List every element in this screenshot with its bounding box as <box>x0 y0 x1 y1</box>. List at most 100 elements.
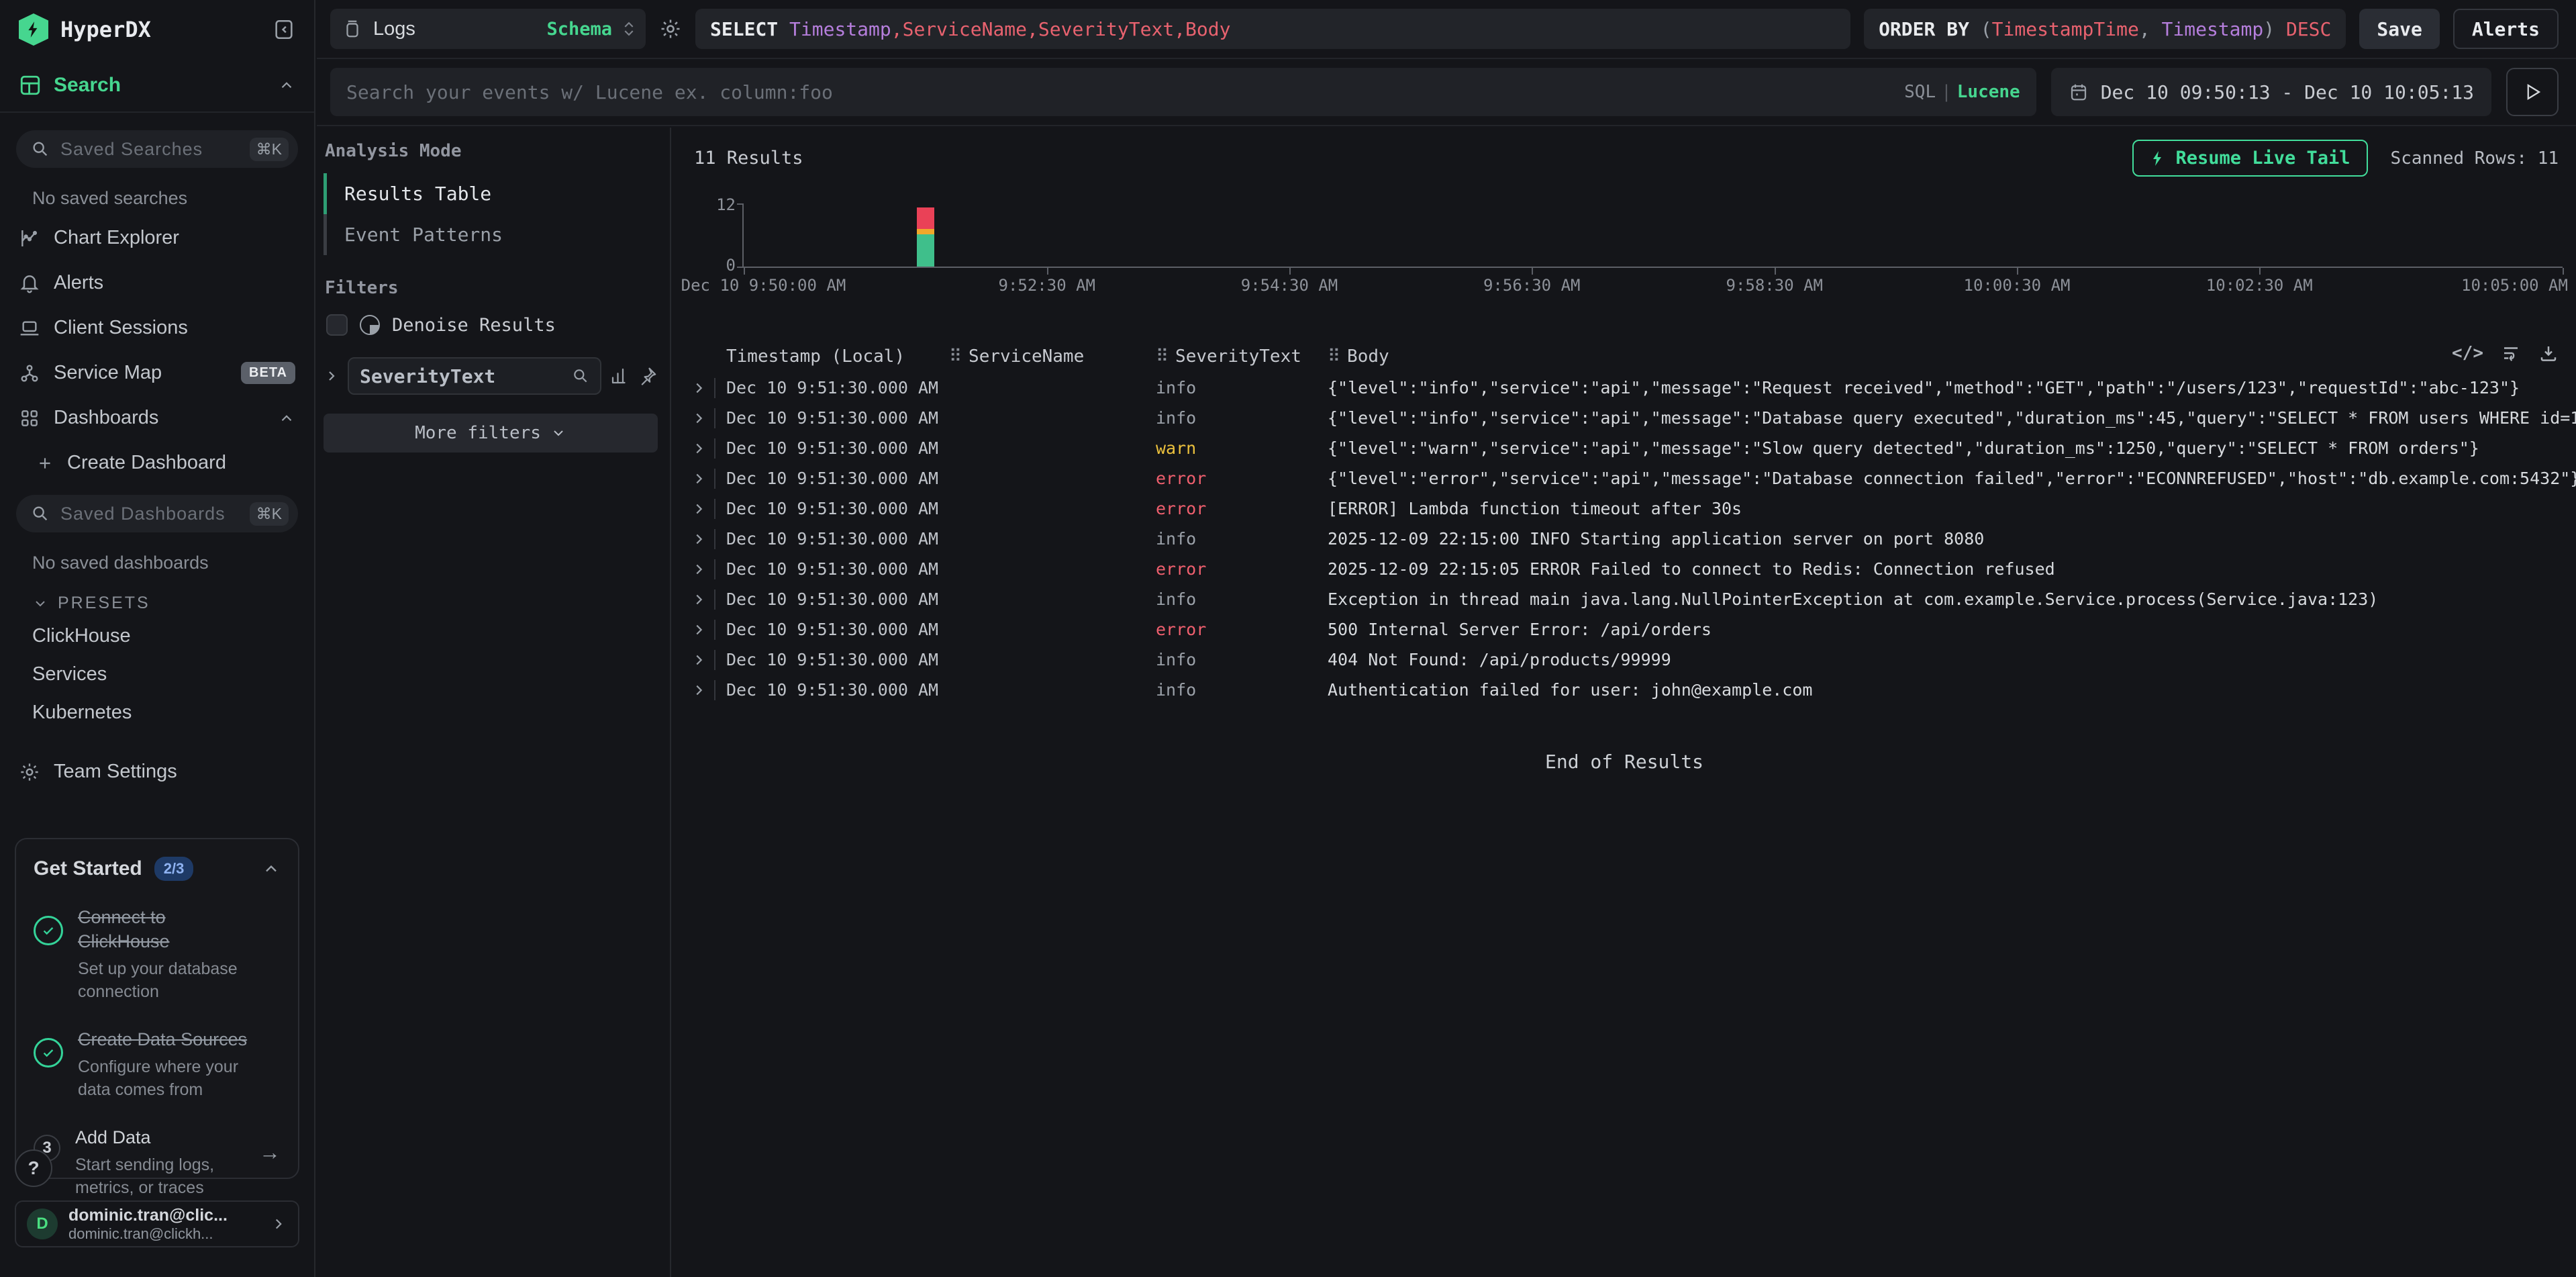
sidebar-item-team-settings[interactable]: Team Settings <box>0 749 314 794</box>
table-row[interactable]: Dec 10 9:51:30.000 AM error {"level":"er… <box>673 463 2576 493</box>
presets-header[interactable]: PRESETS <box>0 580 314 617</box>
query-settings-gear-icon[interactable] <box>659 17 682 40</box>
resume-live-tail-button[interactable]: Resume Live Tail <box>2132 140 2367 177</box>
mode-results-table[interactable]: Results Table <box>324 173 658 214</box>
wrap-lines-icon[interactable] <box>2501 343 2521 363</box>
chevron-up-icon[interactable] <box>262 859 281 878</box>
severity-filter-search[interactable]: SeverityText <box>348 357 601 395</box>
alerts-button[interactable]: Alerts <box>2453 9 2559 49</box>
preset-clickhouse[interactable]: ClickHouse <box>0 617 314 655</box>
table-row[interactable]: Dec 10 9:51:30.000 AM info Authenticatio… <box>673 675 2576 705</box>
mode-event-patterns[interactable]: Event Patterns <box>324 214 658 255</box>
col-body[interactable]: ⠿Body <box>1328 346 2442 367</box>
logo-row: HyperDX <box>0 0 314 59</box>
sidebar-item-service-map[interactable]: Service Map BETA <box>0 350 314 395</box>
sidebar-item-search[interactable]: Search <box>0 59 314 113</box>
sidebar-item-label: Alerts <box>54 272 295 294</box>
event-search-input[interactable]: Search your events w/ Lucene ex. column:… <box>330 68 2036 116</box>
chevron-right-icon[interactable] <box>324 368 340 384</box>
order-by-box[interactable]: ORDER BY (TimestampTime, Timestamp) DESC <box>1864 9 2346 49</box>
col-severitytext[interactable]: ⠿SeverityText <box>1156 346 1328 367</box>
get-started-title: Get Started <box>34 857 142 880</box>
expand-row-icon[interactable] <box>691 441 709 456</box>
expand-row-icon[interactable] <box>691 653 709 667</box>
lucene-toggle[interactable]: Lucene <box>1957 82 2020 102</box>
language-toggle[interactable]: SQL|Lucene <box>1904 82 2020 102</box>
table-row[interactable]: Dec 10 9:51:30.000 AM error 500 Internal… <box>673 614 2576 645</box>
create-dashboard-button[interactable]: Create Dashboard <box>0 440 314 485</box>
bar-segment-info <box>917 234 934 267</box>
sidebar-item-dashboards[interactable]: Dashboards <box>0 395 314 440</box>
run-query-button[interactable] <box>2506 68 2559 116</box>
more-filters-button[interactable]: More filters <box>324 414 658 453</box>
preset-kubernetes[interactable]: Kubernetes <box>0 694 314 732</box>
expand-row-icon[interactable] <box>691 502 709 516</box>
sidebar-item-chart-explorer[interactable]: Chart Explorer <box>0 216 314 261</box>
expand-row-icon[interactable] <box>691 471 709 486</box>
collapse-sidebar-icon[interactable] <box>273 17 295 42</box>
bell-icon <box>19 273 40 294</box>
chevron-up-icon[interactable] <box>278 77 295 94</box>
shortcut-badge: ⌘K <box>250 502 289 526</box>
date-range-picker[interactable]: Dec 10 09:50:13 - Dec 10 10:05:13 <box>2051 68 2491 116</box>
sidebar-item-label: Dashboards <box>54 407 264 429</box>
results-histogram[interactable]: 12 0 Dec 10 9:50:00 AM9:52:30 AM9:54:30 … <box>694 197 2563 297</box>
table-row[interactable]: Dec 10 9:51:30.000 AM info 2025-12-09 22… <box>673 524 2576 554</box>
col-timestamp[interactable]: Timestamp (Local) <box>726 346 949 367</box>
search-icon <box>31 504 50 523</box>
table-row[interactable]: Dec 10 9:51:30.000 AM info {"level":"inf… <box>673 373 2576 403</box>
sidebar-item-client-sessions[interactable]: Client Sessions <box>0 305 314 350</box>
help-button[interactable]: ? <box>15 1149 52 1187</box>
expand-row-icon[interactable] <box>691 411 709 426</box>
pin-icon[interactable] <box>638 366 658 386</box>
chevron-right-icon <box>270 1215 287 1233</box>
expand-row-icon[interactable] <box>691 532 709 547</box>
expand-row-icon[interactable] <box>691 592 709 607</box>
get-started-item-connect[interactable]: Connect to ClickHouse Set up your databa… <box>34 905 281 1003</box>
drag-handle-icon[interactable]: ⠿ <box>1328 346 1340 367</box>
code-view-icon[interactable]: </> <box>2452 343 2483 363</box>
expand-row-icon[interactable] <box>691 562 709 577</box>
table-row[interactable]: Dec 10 9:51:30.000 AM error 2025-12-09 2… <box>673 554 2576 584</box>
table-row[interactable]: Dec 10 9:51:30.000 AM info Exception in … <box>673 584 2576 614</box>
get-started-item-desc: Set up your database connection <box>78 958 252 1004</box>
expand-row-icon[interactable] <box>691 381 709 395</box>
sql-toggle[interactable]: SQL <box>1904 82 1936 102</box>
plus-icon <box>36 455 54 472</box>
dashboards-icon <box>19 408 40 429</box>
chevron-up-icon[interactable] <box>278 410 295 427</box>
sql-select-input[interactable]: SELECT Timestamp,ServiceName,SeverityTex… <box>695 9 1850 49</box>
row-body: {"level":"info","service":"api","message… <box>1328 408 2576 428</box>
expand-row-icon[interactable] <box>691 622 709 637</box>
row-severity: warn <box>1156 438 1328 458</box>
expand-row-icon[interactable] <box>691 683 709 698</box>
row-timestamp: Dec 10 9:51:30.000 AM <box>726 680 948 700</box>
chart-explorer-icon <box>19 228 40 249</box>
drag-handle-icon[interactable]: ⠿ <box>949 346 962 367</box>
sidebar-item-alerts[interactable]: Alerts <box>0 261 314 305</box>
user-card[interactable]: D dominic.tran@clic... dominic.tran@clic… <box>15 1200 299 1247</box>
row-body: 404 Not Found: /api/products/99999 <box>1328 650 2576 669</box>
row-body: Authentication failed for user: john@exa… <box>1328 680 2576 700</box>
saved-dashboards-input[interactable]: Saved Dashboards ⌘K <box>16 495 298 532</box>
download-icon[interactable] <box>2538 343 2559 363</box>
source-selector[interactable]: Logs Schema <box>330 9 646 49</box>
table-row[interactable]: Dec 10 9:51:30.000 AM error [ERROR] Lamb… <box>673 493 2576 524</box>
save-button[interactable]: Save <box>2359 9 2439 49</box>
row-timestamp: Dec 10 9:51:30.000 AM <box>726 559 948 579</box>
preset-services[interactable]: Services <box>0 655 314 694</box>
get-started-item-datasources[interactable]: Create Data Sources Configure where your… <box>34 1027 281 1101</box>
chart-toggle-icon[interactable] <box>609 366 630 386</box>
row-severity: error <box>1156 620 1328 639</box>
table-row[interactable]: Dec 10 9:51:30.000 AM info {"level":"inf… <box>673 403 2576 433</box>
row-body: [ERROR] Lambda function timeout after 30… <box>1328 499 2576 518</box>
denoise-checkbox[interactable] <box>326 314 348 336</box>
drag-handle-icon[interactable]: ⠿ <box>1156 346 1169 367</box>
col-servicename[interactable]: ⠿ServiceName <box>949 346 1156 367</box>
histogram-bar[interactable] <box>917 207 934 267</box>
table-row[interactable]: Dec 10 9:51:30.000 AM info 404 Not Found… <box>673 645 2576 675</box>
saved-searches-input[interactable]: Saved Searches ⌘K <box>16 130 298 168</box>
get-started-item-add-data[interactable]: 3 Add Data Start sending logs, metrics, … <box>34 1125 281 1199</box>
check-circle-icon <box>34 1038 63 1068</box>
table-row[interactable]: Dec 10 9:51:30.000 AM warn {"level":"war… <box>673 433 2576 463</box>
